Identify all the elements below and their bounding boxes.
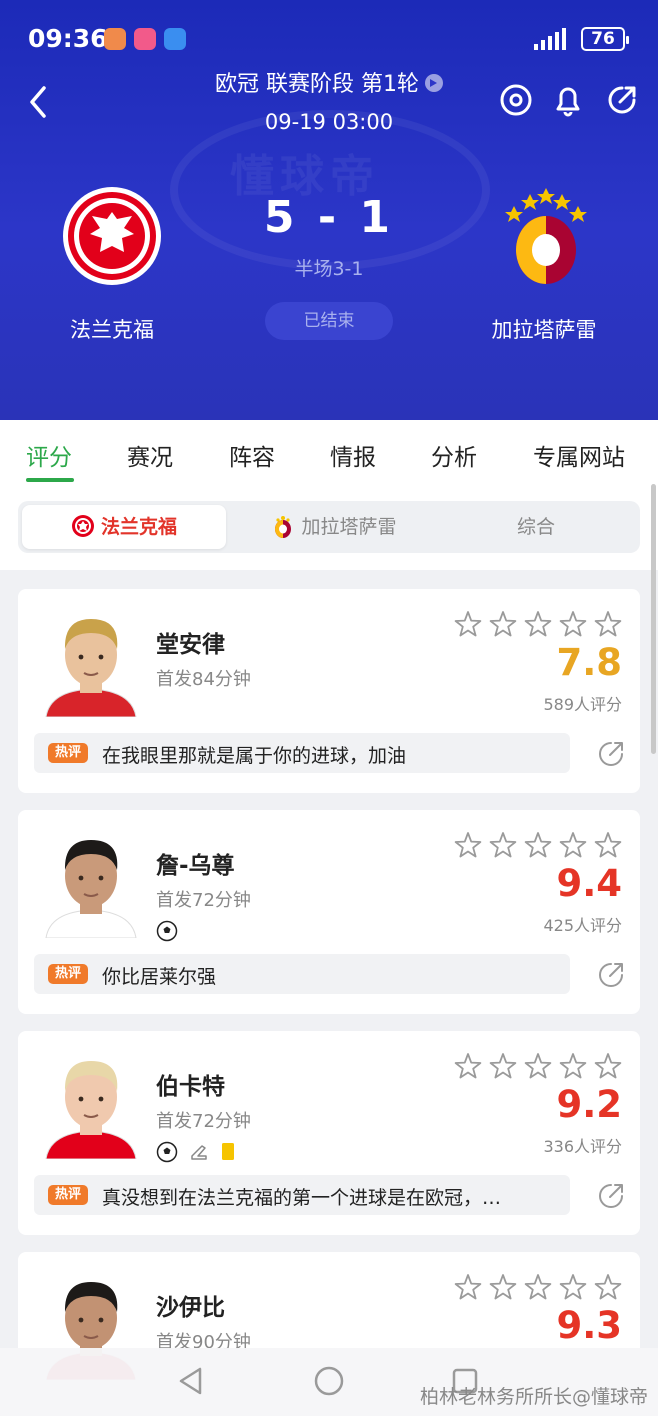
player-rating: 7.8 bbox=[556, 641, 622, 684]
tab-lineup[interactable]: 阵容 bbox=[229, 438, 275, 472]
player-card[interactable]: 詹-乌尊首发72分钟 9.4 425人评分热评 你比居莱尔强 bbox=[18, 810, 640, 1014]
goal-icon bbox=[156, 920, 178, 946]
rating-count: 336人评分 bbox=[543, 1137, 622, 1156]
tab-live[interactable]: 赛况 bbox=[127, 438, 173, 472]
clock: 09:36 bbox=[28, 24, 108, 53]
notification-app-icon bbox=[134, 28, 156, 50]
rating-count: 425人评分 bbox=[543, 916, 622, 935]
tab-bar: 评分 赛况 阵容 情报 分析 专属网站 bbox=[0, 420, 658, 484]
player-card[interactable]: 堂安律首发84分钟 7.8 589人评分热评 在我眼里那就是属于你的进球，加油 bbox=[18, 589, 640, 793]
rate-stars[interactable] bbox=[454, 1051, 624, 1083]
player-rating: 9.3 bbox=[556, 1304, 622, 1347]
galatasaray-mini-logo bbox=[275, 515, 292, 538]
battery-icon: 76 bbox=[581, 27, 629, 51]
share-icon[interactable] bbox=[596, 1181, 626, 1211]
rating-count: 589人评分 bbox=[543, 695, 622, 714]
home-team-name: 法兰克福 bbox=[70, 318, 154, 342]
segment-home[interactable]: 法兰克福 bbox=[22, 505, 226, 549]
share-icon[interactable] bbox=[596, 960, 626, 990]
watermark-credit: 柏林老林务所所长@懂球帝 bbox=[419, 1386, 648, 1408]
away-team-name: 加拉塔萨雷 bbox=[491, 318, 597, 342]
target-icon[interactable] bbox=[498, 82, 534, 118]
scrollbar[interactable] bbox=[651, 484, 656, 754]
player-minutes: 首发72分钟 bbox=[156, 1111, 251, 1132]
share-icon[interactable] bbox=[596, 739, 626, 769]
player-avatar[interactable] bbox=[40, 605, 142, 717]
active-tab-indicator bbox=[26, 478, 74, 482]
assist-boot-icon bbox=[188, 1141, 210, 1167]
nav-home-icon[interactable] bbox=[312, 1364, 346, 1398]
player-name: 沙伊比 bbox=[156, 1295, 225, 1321]
hot-comment-text: 你比居莱尔强 bbox=[102, 966, 217, 988]
segment-overall[interactable]: 综合 bbox=[434, 505, 638, 549]
tab-ratings[interactable]: 评分 bbox=[26, 438, 72, 472]
nav-back-icon[interactable] bbox=[174, 1364, 208, 1398]
eintracht-frankfurt-mini-logo bbox=[71, 514, 94, 537]
segment-home-label: 法兰克福 bbox=[100, 516, 177, 538]
hot-comment-text: 真没想到在法兰克福的第一个进球是在欧冠，… bbox=[102, 1187, 502, 1209]
bell-icon[interactable] bbox=[550, 82, 586, 118]
tab-intel[interactable]: 情报 bbox=[330, 438, 376, 472]
player-events bbox=[156, 1141, 246, 1165]
team-filter-area: 法兰克福 加拉塔萨雷 综合 bbox=[0, 484, 658, 570]
player-rating: 9.2 bbox=[556, 1083, 622, 1126]
tab-analysis[interactable]: 分析 bbox=[431, 438, 477, 472]
rate-stars[interactable] bbox=[454, 830, 624, 862]
hot-comment-tag: 热评 bbox=[48, 1185, 88, 1205]
segment-away[interactable]: 加拉塔萨雷 bbox=[232, 505, 436, 549]
match-title-text: 欧冠 联赛阶段 第1轮 bbox=[215, 72, 419, 97]
hot-comment-tag: 热评 bbox=[48, 964, 88, 984]
rate-stars[interactable] bbox=[454, 609, 624, 641]
match-header: 懂球帝 09:36 76 欧冠 联赛阶段 第1轮 09-19 03:00 法兰克… bbox=[0, 0, 658, 420]
notification-app-icon bbox=[164, 28, 186, 50]
player-minutes: 首发72分钟 bbox=[156, 890, 251, 911]
player-events bbox=[156, 920, 188, 944]
hot-comment[interactable]: 热评 在我眼里那就是属于你的进球，加油 bbox=[34, 733, 570, 773]
player-name: 詹-乌尊 bbox=[156, 853, 235, 879]
notification-app-icon bbox=[104, 28, 126, 50]
signal-icon bbox=[534, 28, 574, 50]
tab-official-site[interactable]: 专属网站 bbox=[533, 438, 625, 472]
player-name: 堂安律 bbox=[156, 632, 225, 658]
goal-icon bbox=[156, 1141, 178, 1167]
hot-comment-text: 在我眼里那就是属于你的进球，加油 bbox=[102, 745, 407, 767]
yellow-card-icon bbox=[220, 1141, 236, 1167]
player-rating: 9.4 bbox=[556, 862, 622, 905]
rate-stars[interactable] bbox=[454, 1272, 624, 1304]
galatasaray-logo[interactable] bbox=[496, 184, 596, 284]
hot-comment-tag: 热评 bbox=[48, 743, 88, 763]
hot-comment[interactable]: 热评 你比居莱尔强 bbox=[34, 954, 570, 994]
chevron-right-icon bbox=[424, 74, 443, 92]
team-segmented-control: 法兰克福 加拉塔萨雷 综合 bbox=[18, 501, 640, 553]
hot-comment[interactable]: 热评 真没想到在法兰克福的第一个进球是在欧冠，… bbox=[34, 1175, 570, 1215]
share-icon[interactable] bbox=[604, 82, 640, 118]
player-name: 伯卡特 bbox=[156, 1074, 225, 1100]
system-navigation-bar: 柏林老林务所所长@懂球帝 bbox=[0, 1348, 658, 1416]
match-status-badge: 已结束 bbox=[265, 302, 393, 340]
player-avatar[interactable] bbox=[40, 826, 142, 938]
player-card[interactable]: 伯卡特首发72分钟 9.2 336人评分热评 真没想到在法兰克福的第一个进球是在欧冠，… bbox=[18, 1031, 640, 1235]
segment-away-label: 加拉塔萨雷 bbox=[301, 516, 397, 538]
player-minutes: 首发84分钟 bbox=[156, 669, 251, 690]
player-avatar[interactable] bbox=[40, 1047, 142, 1159]
